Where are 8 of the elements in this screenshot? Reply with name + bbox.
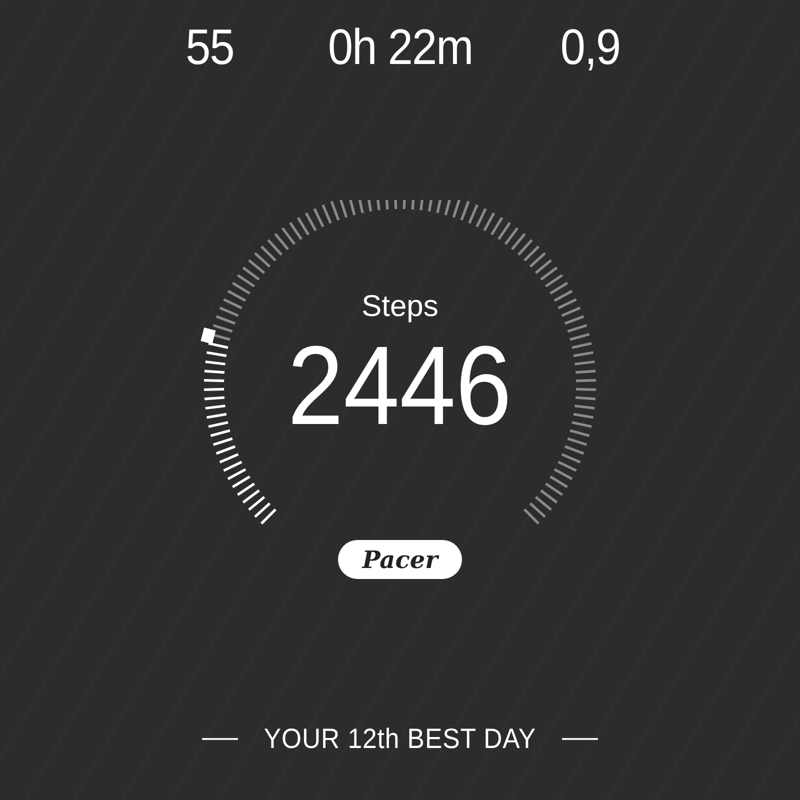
logo-badge: Pacer — [338, 540, 462, 579]
stat-value: 55 — [186, 22, 234, 72]
steps-label: Steps — [362, 292, 438, 322]
stat-value: 0,9 — [560, 22, 620, 72]
step-count: 2446 — [288, 330, 512, 442]
best-day-caption: YOUR 12th BEST DAY — [264, 722, 536, 756]
stat-value: 0h 22m — [328, 22, 472, 72]
progress-marker — [200, 327, 216, 344]
